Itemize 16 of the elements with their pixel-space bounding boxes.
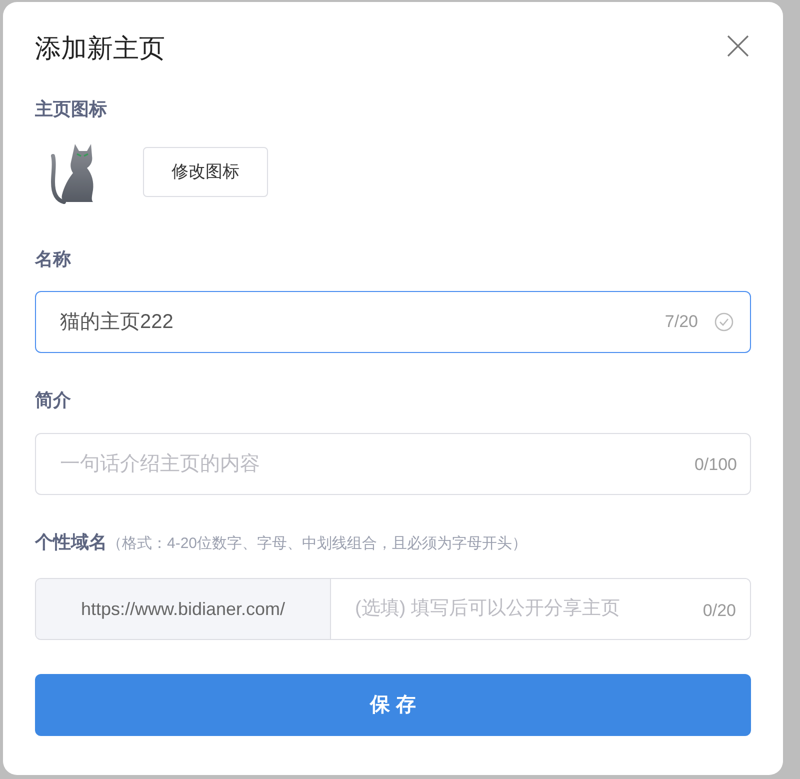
field-label: 名称 (35, 248, 72, 271)
character-counter: 0/20 (702, 600, 736, 622)
close-icon[interactable] (726, 34, 750, 58)
domain-field[interactable]: https://www.bidianer.com/ (选填) 填写后可以公开分享主页 0/20 (35, 578, 751, 640)
name-input-field[interactable]: 猫的主页222 7/20 (35, 291, 751, 353)
field-label: 简介 (35, 389, 72, 412)
format-hint: （格式：4-20位数字、字母、中划线组合，且必须为字母开头） (107, 534, 528, 554)
url-prefix: https://www.bidianer.com/ (36, 579, 331, 639)
change-icon-button[interactable]: 修改图标 (143, 147, 268, 197)
character-counter: 0/100 (694, 454, 737, 476)
input-value: 猫的主页222 (60, 310, 174, 335)
field-label: 主页图标 (35, 98, 108, 121)
character-counter: 7/20 (664, 311, 698, 334)
field-label: 个性域名 (35, 531, 107, 554)
dialog-title: 添加新主页 (35, 32, 165, 65)
save-button[interactable]: 保 存 (35, 674, 751, 736)
